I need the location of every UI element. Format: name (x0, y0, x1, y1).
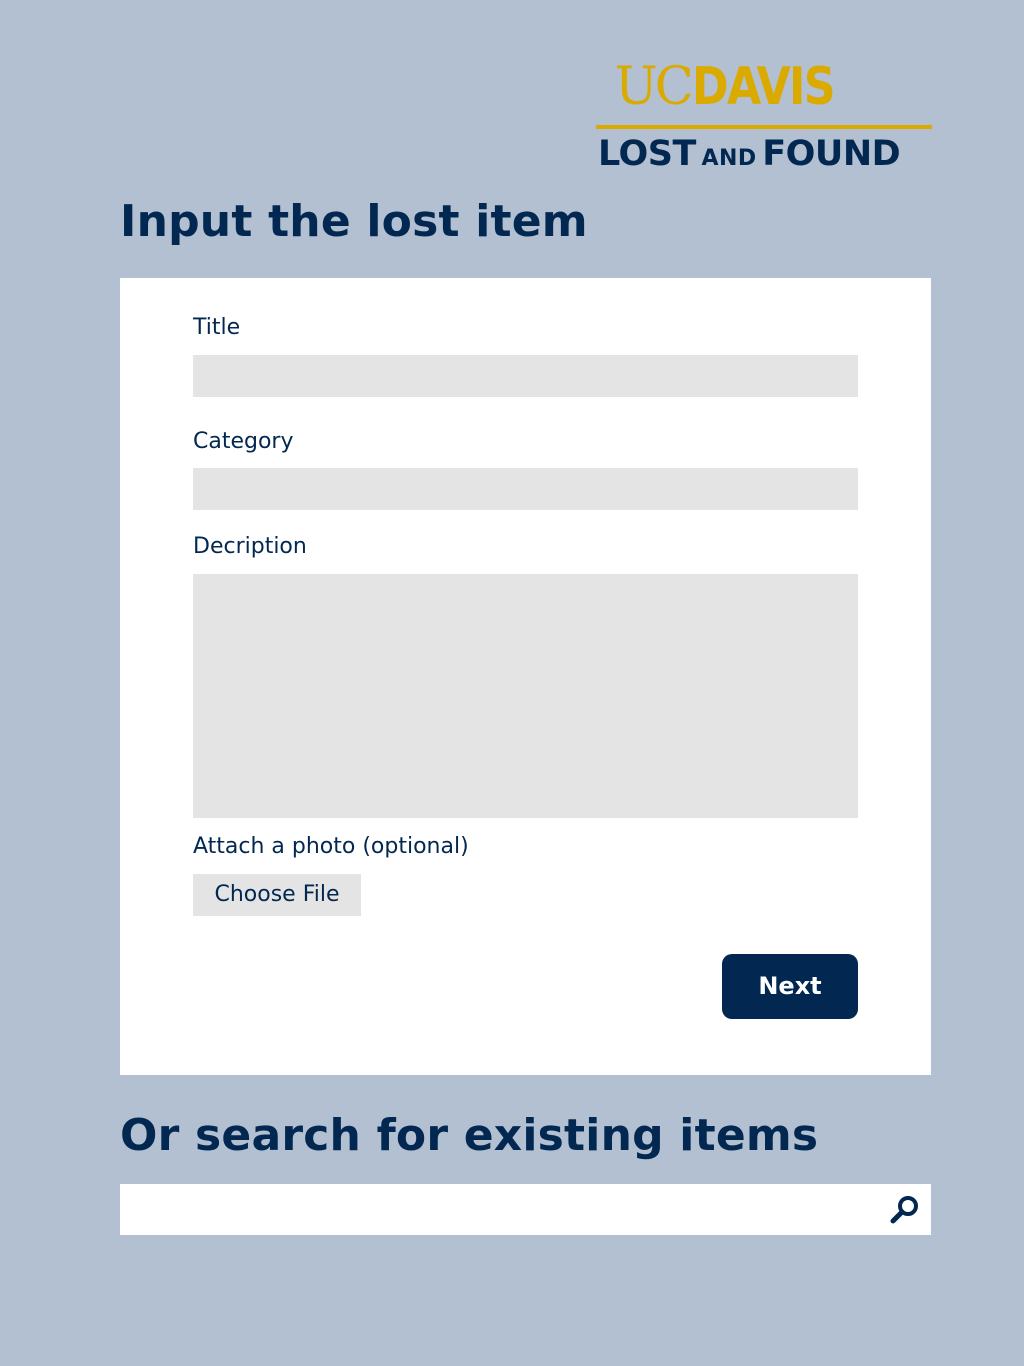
description-label: Decription (193, 534, 307, 559)
category-label: Category (193, 429, 294, 454)
logo-davis-text: DAVIS (691, 57, 836, 117)
page-title: Input the lost item (120, 196, 588, 247)
logo-wordmark: UCDAVIS (614, 58, 859, 116)
lost-item-form: Title Category Decription Attach a photo… (120, 278, 931, 1075)
search-heading: Or search for existing items (120, 1110, 819, 1161)
choose-file-button[interactable]: Choose File (193, 874, 361, 916)
logo-and-text: AND (701, 146, 757, 171)
uc-davis-lost-and-found-logo: UCDAVIS LOST AND FOUND (596, 58, 932, 174)
search-input[interactable] (120, 1184, 880, 1235)
next-button[interactable]: Next (722, 954, 858, 1019)
title-input[interactable] (193, 355, 858, 397)
logo-lost-text: LOST (598, 134, 696, 174)
logo-divider (596, 125, 932, 129)
logo-subtitle: LOST AND FOUND (598, 134, 932, 180)
search-icon[interactable] (888, 1193, 922, 1227)
photo-label: Attach a photo (optional) (193, 834, 469, 859)
search-bar (120, 1184, 931, 1235)
logo-uc-text: UC (614, 57, 694, 117)
description-textarea[interactable] (193, 574, 858, 818)
category-input[interactable] (193, 468, 858, 510)
title-label: Title (193, 315, 241, 340)
logo-found-text: FOUND (762, 134, 901, 174)
